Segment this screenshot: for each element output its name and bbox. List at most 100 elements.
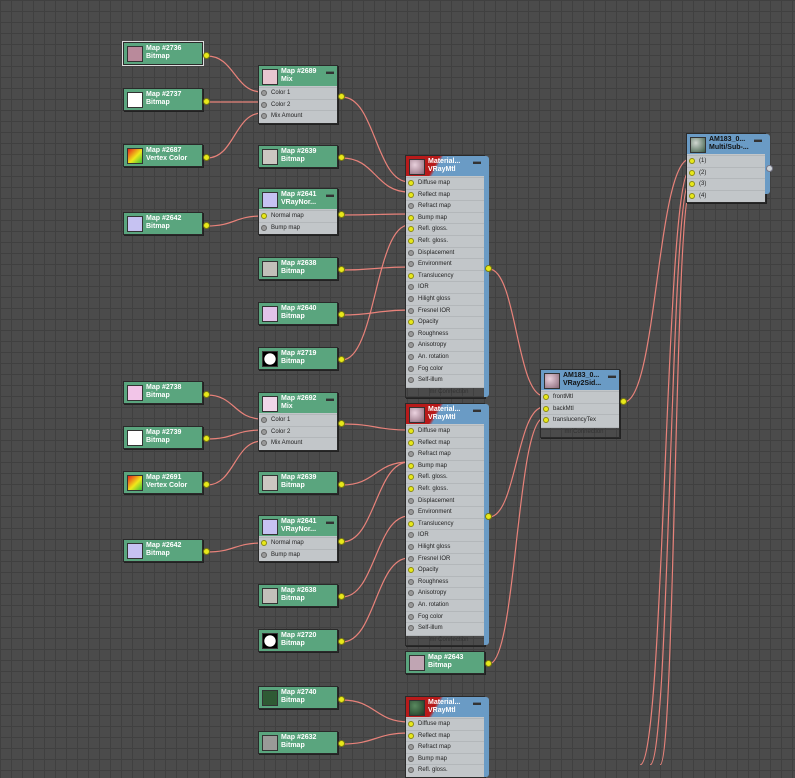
output-socket-icon[interactable] — [485, 265, 492, 272]
bitmap-node[interactable]: Map #2719 Bitmap — [258, 347, 338, 370]
mix-node[interactable]: Map #2692 Mix ▬ Color 1 Color 2 Mix Amount — [258, 392, 338, 451]
socket-icon[interactable] — [408, 520, 414, 527]
output-socket-icon[interactable] — [338, 356, 345, 363]
input-slot[interactable]: Mix Amount — [259, 437, 337, 449]
socket-icon[interactable] — [689, 158, 695, 164]
output-socket-icon[interactable] — [766, 165, 773, 172]
input-slot[interactable]: Refl. gloss. — [406, 223, 484, 235]
socket-icon[interactable] — [408, 532, 414, 539]
socket-icon[interactable] — [408, 295, 414, 302]
socket-icon[interactable] — [408, 203, 414, 210]
socket-icon[interactable] — [261, 224, 267, 231]
input-slot[interactable]: Reflect map — [406, 188, 484, 201]
output-socket-icon[interactable] — [203, 435, 210, 442]
socket-icon[interactable] — [408, 474, 414, 481]
socket-icon[interactable] — [261, 440, 267, 447]
input-slot[interactable]: Fog color — [406, 362, 484, 375]
input-slot[interactable]: Self-illum — [406, 622, 484, 634]
output-socket-icon[interactable] — [338, 696, 345, 703]
bitmap-node[interactable]: Map #2638 Bitmap — [258, 257, 338, 280]
input-slot[interactable]: Normal map — [259, 210, 337, 222]
minimize-icon[interactable]: ▬ — [473, 157, 481, 166]
input-slot[interactable]: frontMtl — [541, 391, 619, 403]
input-slot[interactable]: Roughness — [406, 327, 484, 340]
socket-icon[interactable] — [261, 213, 267, 219]
input-slot[interactable]: Color 1 — [259, 87, 337, 99]
output-socket-icon[interactable] — [620, 398, 627, 405]
input-slot[interactable]: Roughness — [406, 575, 484, 588]
socket-icon[interactable] — [408, 451, 414, 458]
socket-icon[interactable] — [408, 307, 414, 314]
socket-icon[interactable] — [408, 353, 414, 360]
socket-icon[interactable] — [408, 613, 414, 620]
output-socket-icon[interactable] — [203, 52, 210, 59]
input-slot[interactable]: Fog color — [406, 610, 484, 623]
input-slot[interactable]: Refract map — [406, 741, 484, 753]
input-slot[interactable]: Hilight gloss — [406, 540, 484, 553]
bitmap-node[interactable]: Map #2738 Bitmap — [123, 381, 203, 404]
socket-icon[interactable] — [408, 543, 414, 550]
output-socket-icon[interactable] — [485, 660, 492, 667]
socket-icon[interactable] — [261, 113, 267, 120]
input-slot[interactable]: Fresnel IOR — [406, 304, 484, 317]
input-slot[interactable]: Refr. gloss. — [406, 234, 484, 247]
vraymtl-node[interactable]: Material... VRayMtl ▬ Diffuse map Reflect m… — [405, 155, 489, 398]
bitmap-node[interactable]: Map #2687 Vertex Color — [123, 144, 203, 167]
socket-icon[interactable] — [408, 462, 414, 469]
minimize-icon[interactable]: ▬ — [754, 135, 762, 144]
output-socket-icon[interactable] — [203, 548, 210, 555]
input-slot[interactable]: Refract map — [406, 448, 484, 460]
output-socket-icon[interactable] — [203, 154, 210, 161]
socket-icon[interactable] — [408, 755, 414, 762]
bitmap-node[interactable]: Map #2736 Bitmap — [122, 41, 204, 66]
output-socket-icon[interactable] — [485, 513, 492, 520]
output-socket-icon[interactable] — [338, 266, 345, 273]
vray2sided-node[interactable]: AM183_0... VRay2Sid... ▬ frontMtl backMtl … — [540, 369, 620, 438]
minimize-icon[interactable]: ▬ — [326, 190, 334, 199]
socket-icon[interactable] — [408, 377, 414, 384]
input-slot[interactable]: translucencyTex — [541, 414, 619, 426]
socket-icon[interactable] — [689, 169, 695, 176]
output-socket-icon[interactable] — [203, 98, 210, 105]
bitmap-node[interactable]: Map #2640 Bitmap — [258, 302, 338, 325]
socket-icon[interactable] — [408, 578, 414, 585]
output-socket-icon[interactable] — [203, 481, 210, 488]
input-slot[interactable]: Diffuse map — [406, 177, 484, 189]
socket-icon[interactable] — [408, 590, 414, 597]
minimize-icon[interactable]: ▬ — [326, 394, 334, 403]
socket-icon[interactable] — [408, 485, 414, 492]
input-slot[interactable]: Refl. gloss. — [406, 764, 484, 776]
socket-icon[interactable] — [408, 249, 414, 256]
socket-icon[interactable] — [408, 226, 414, 233]
input-slot[interactable]: (2) — [687, 166, 765, 179]
output-socket-icon[interactable] — [338, 638, 345, 645]
output-socket-icon[interactable] — [338, 740, 345, 747]
output-socket-icon[interactable] — [338, 154, 345, 161]
input-slot[interactable]: Reflect map — [406, 436, 484, 449]
mr-connection-rollout[interactable]: mr Connection — [406, 634, 484, 645]
socket-icon[interactable] — [261, 417, 267, 423]
input-slot[interactable]: Anisotropy — [406, 339, 484, 351]
bitmap-node[interactable]: Map #2632 Bitmap — [258, 731, 338, 754]
output-socket-icon[interactable] — [338, 538, 345, 545]
bitmap-node[interactable]: Map #2739 Bitmap — [123, 426, 203, 449]
input-slot[interactable]: backMtl — [541, 402, 619, 415]
mix-node[interactable]: Map #2689 Mix ▬ Color 1 Color 2 Mix Amount — [258, 65, 338, 124]
input-slot[interactable]: Refl. gloss. — [406, 471, 484, 483]
bitmap-node[interactable]: Map #2720 Bitmap — [258, 629, 338, 652]
minimize-icon[interactable]: ▬ — [473, 405, 481, 414]
bitmap-node[interactable]: Map #2639 Bitmap — [258, 145, 338, 168]
bitmap-node[interactable]: Map #2737 Bitmap — [123, 88, 203, 111]
input-slot[interactable]: Fresnel IOR — [406, 552, 484, 565]
socket-icon[interactable] — [408, 180, 414, 186]
socket-icon[interactable] — [408, 439, 414, 446]
socket-icon[interactable] — [408, 272, 414, 279]
input-slot[interactable]: Opacity — [406, 564, 484, 576]
mr-connection-rollout[interactable]: mr Connection — [541, 426, 619, 437]
socket-icon[interactable] — [408, 330, 414, 337]
output-socket-icon[interactable] — [338, 93, 345, 100]
bitmap-node[interactable]: Map #2691 Vertex Color — [123, 471, 203, 494]
socket-icon[interactable] — [408, 567, 414, 574]
bitmap-node[interactable]: Map #2638 Bitmap — [258, 584, 338, 607]
socket-icon[interactable] — [689, 181, 695, 188]
